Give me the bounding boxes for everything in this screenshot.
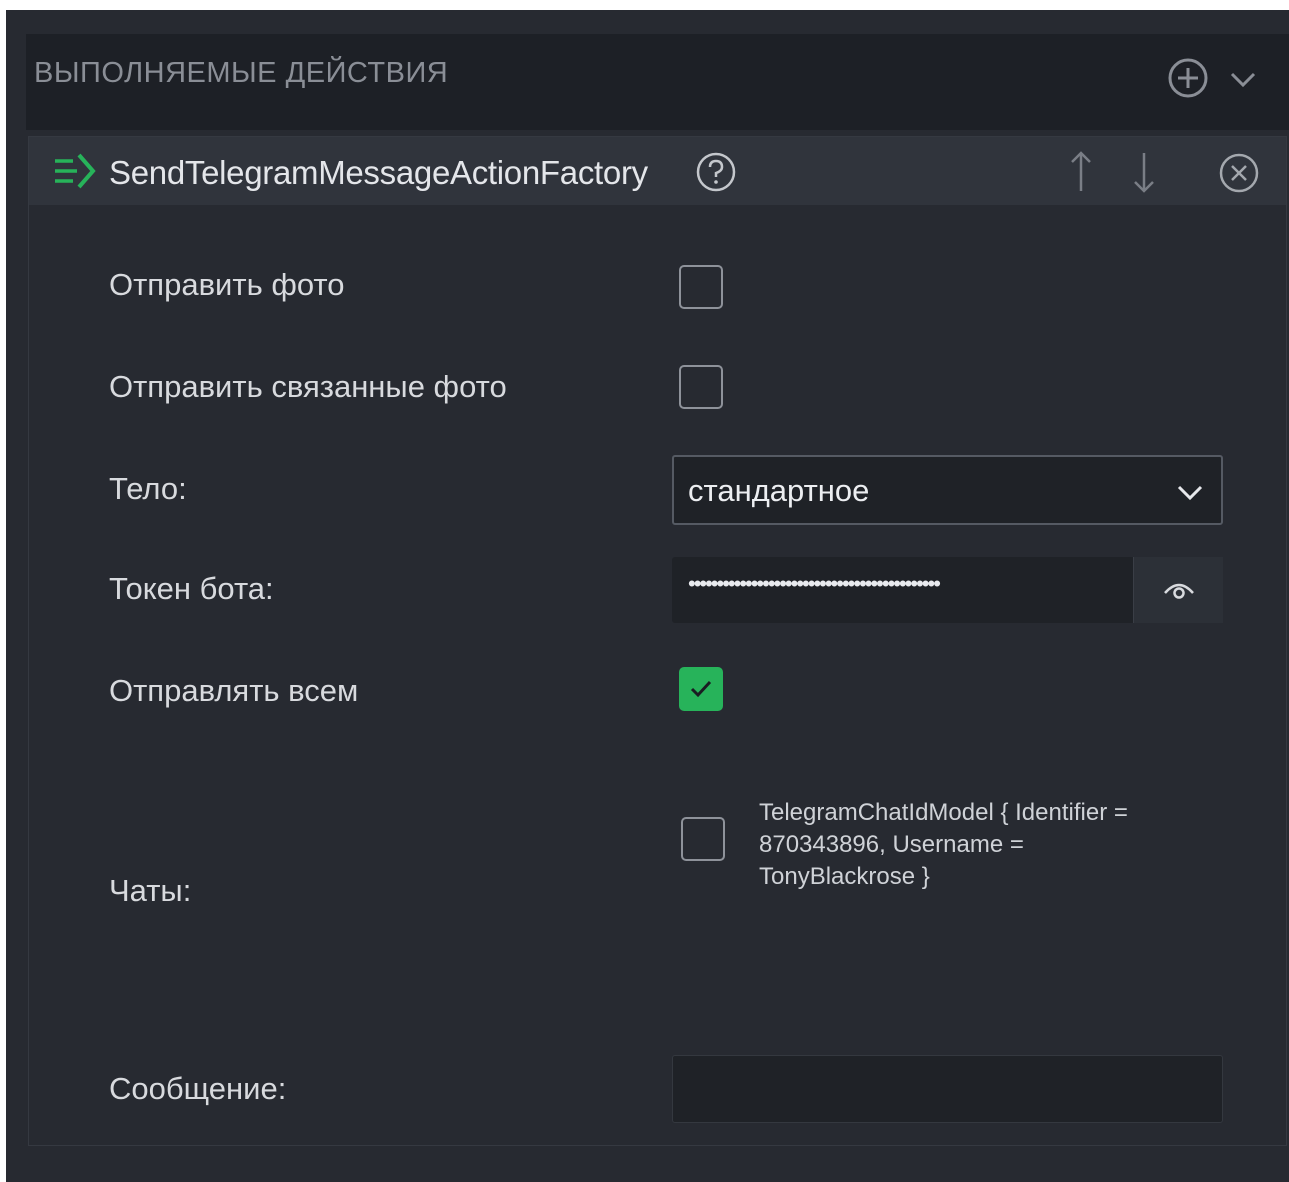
send-photo-label: Отправить фото (109, 267, 345, 302)
action-card: SendTelegramMessageActionFactory Отправи… (28, 136, 1287, 1146)
reveal-token-button[interactable] (1133, 557, 1223, 623)
action-card-header: SendTelegramMessageActionFactory (29, 137, 1286, 205)
body-label: Тело: (109, 471, 187, 506)
message-label: Сообщение: (109, 1071, 287, 1106)
message-input[interactable] (672, 1055, 1223, 1123)
checkmark-icon (690, 680, 712, 698)
bot-token-label: Токен бота: (109, 571, 274, 606)
send-related-photo-label: Отправить связанные фото (109, 369, 507, 404)
chevron-down-icon[interactable] (1226, 62, 1260, 96)
send-to-all-label: Отправлять всем (109, 673, 359, 708)
send-related-photo-checkbox[interactable] (679, 365, 723, 409)
bot-token-value: ••••••••••••••••••••••••••••••••••••••••… (688, 571, 941, 596)
actions-panel: ВЫПОЛНЯЕМЫЕ ДЕЙСТВИЯ SendTelegramMessage… (6, 10, 1289, 1182)
bot-token-input[interactable]: ••••••••••••••••••••••••••••••••••••••••… (672, 557, 1223, 623)
plus-circle-icon[interactable] (1166, 56, 1210, 100)
body-select-value: стандартное (688, 473, 870, 508)
chats-label: Чаты: (109, 873, 192, 908)
body-select[interactable]: стандартное (672, 455, 1223, 525)
action-title: SendTelegramMessageActionFactory (109, 154, 648, 191)
arrow-right-lines-icon (55, 153, 96, 189)
close-circle-icon[interactable] (1217, 151, 1261, 195)
chat-option-label: TelegramChatIdModel { Identifier = 87034… (759, 799, 1128, 890)
chat-option-checkbox[interactable] (681, 817, 725, 861)
send-to-all-checkbox[interactable] (679, 667, 723, 711)
eye-icon (1164, 583, 1194, 599)
arrow-up-icon[interactable] (1063, 149, 1099, 195)
chevron-down-icon (1177, 485, 1203, 501)
arrow-down-icon[interactable] (1126, 149, 1162, 195)
question-circle-icon[interactable] (695, 151, 737, 193)
send-photo-checkbox[interactable] (679, 265, 723, 309)
section-title: ВЫПОЛНЯЕМЫЕ ДЕЙСТВИЯ (34, 57, 449, 89)
